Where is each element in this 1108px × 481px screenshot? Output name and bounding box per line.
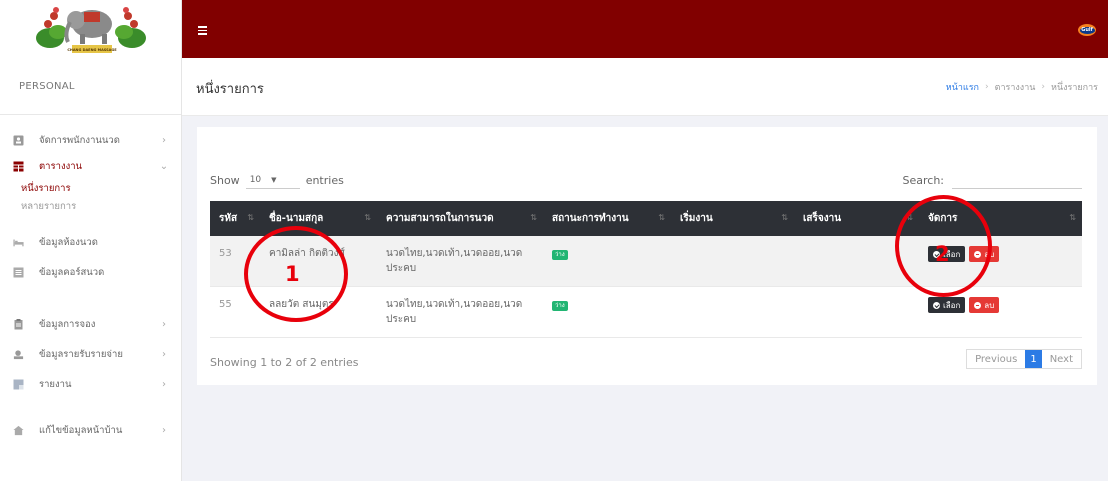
chevron-right-icon: ›: [162, 378, 166, 390]
breadcrumb-separator-icon: ›: [1041, 82, 1046, 92]
clipboard-icon: [13, 318, 24, 330]
cell-end: [794, 287, 919, 337]
home-icon: [13, 425, 24, 436]
sidebar-item-booking[interactable]: ข้อมูลการจอง ›: [0, 311, 181, 337]
sidebar-subitem-multiple[interactable]: หลายรายการ: [0, 197, 181, 215]
sidebar-item-rooms[interactable]: ข้อมูลห้องนวด: [0, 229, 181, 255]
sort-icon: ⇅: [364, 213, 371, 222]
cell-skills: นวดไทย,นวดเท้า,นวดออย,นวดประคบ: [386, 248, 523, 274]
elephant-logo-icon: CHANG DAENG MASSAGE: [35, 7, 146, 53]
sidebar-item-label: รายงาน: [39, 378, 72, 390]
hamburger-menu-icon[interactable]: [198, 26, 207, 35]
id-card-icon: [13, 135, 24, 146]
sidebar-item-label: ข้อมูลห้องนวด: [39, 236, 98, 248]
entries-label: entries: [305, 173, 344, 187]
sidebar-item-label: ตารางงาน: [39, 160, 83, 172]
breadcrumb-schedule[interactable]: ตารางงาน: [995, 80, 1036, 94]
table-icon: [13, 161, 24, 172]
page-header: หนึ่งรายการ หน้าแรก › ตารางงาน › หนึ่งรา…: [182, 58, 1108, 116]
col-header-status[interactable]: สถานะการทำงาน ⇅: [543, 201, 671, 236]
pagination: Previous 1 Next: [966, 349, 1082, 369]
entries-length-control: Show 10 ▼ entries: [210, 171, 344, 189]
select-button[interactable]: เลือก: [928, 297, 966, 313]
breadcrumb: หน้าแรก › ตารางงาน › หนึ่งรายการ: [946, 80, 1098, 94]
chevron-right-icon: ›: [162, 348, 166, 360]
topbar: Gulf: [182, 0, 1108, 58]
list-icon: [13, 267, 24, 278]
sidebar-section-title: PERSONAL: [0, 58, 181, 115]
sidebar-item-label: แก้ไขข้อมูลหน้าบ้าน: [39, 424, 123, 436]
cell-skills: นวดไทย,นวดเท้า,นวดออย,นวดประคบ: [386, 299, 523, 325]
annotation-number-1: 1: [285, 262, 300, 286]
table-info: Showing 1 to 2 of 2 entries: [210, 356, 359, 369]
sidebar-item-staff[interactable]: จัดการพนักงานนวด ›: [0, 127, 181, 153]
col-header-id[interactable]: รหัส ⇅: [210, 201, 260, 236]
delete-button[interactable]: ลบ: [969, 297, 1000, 313]
sidebar-item-label: ข้อมูลการจอง: [39, 318, 96, 330]
page-1-button[interactable]: 1: [1025, 350, 1042, 368]
entries-value: 10: [249, 174, 262, 185]
page-title: หนึ่งรายการ: [196, 82, 264, 97]
sort-icon: ⇅: [658, 213, 665, 222]
sidebar-item-label: ข้อมูลคอร์สนวด: [39, 266, 105, 278]
sort-icon: ⇅: [530, 213, 537, 222]
search-label: Search:: [902, 173, 945, 187]
sort-icon: ⇅: [1069, 213, 1076, 222]
sidebar-subitem-single[interactable]: หนึ่งรายการ: [0, 179, 181, 197]
show-label: Show: [210, 173, 240, 187]
sidebar-item-report[interactable]: รายงาน ›: [0, 371, 181, 397]
sidebar-item-courses[interactable]: ข้อมูลคอร์สนวด: [0, 259, 181, 285]
user-avatar[interactable]: Gulf: [1078, 24, 1096, 36]
cell-status: ว่าง: [543, 287, 671, 337]
logo[interactable]: CHANG DAENG MASSAGE: [0, 0, 181, 58]
sidebar-item-finance[interactable]: ข้อมูลรายรับรายจ่าย ›: [0, 341, 181, 367]
sidebar-item-schedule[interactable]: ตารางงาน ⌄: [0, 153, 181, 179]
search-control: Search:: [902, 171, 1082, 189]
status-badge: ว่าง: [552, 301, 568, 311]
previous-button[interactable]: Previous: [967, 350, 1025, 368]
annotation-number-2: 2: [935, 242, 950, 266]
report-icon: [13, 379, 24, 390]
col-header-start[interactable]: เริ่มงาน ⇅: [671, 201, 794, 236]
breadcrumb-home-link[interactable]: หน้าแรก: [946, 80, 979, 94]
sidebar-item-label: จัดการพนักงานนวด: [39, 134, 120, 146]
col-header-skills[interactable]: ความสามารถในการนวด ⇅: [377, 201, 543, 236]
next-button[interactable]: Next: [1042, 350, 1081, 368]
cell-start: [671, 287, 794, 337]
sidebar-item-frontend[interactable]: แก้ไขข้อมูลหน้าบ้าน ›: [0, 417, 181, 443]
sidebar-item-label: ข้อมูลรายรับรายจ่าย: [39, 348, 123, 360]
sidebar: CHANG DAENG MASSAGE PERSONAL จัดการพนักง…: [0, 0, 182, 481]
search-input[interactable]: [952, 171, 1082, 189]
minus-circle-icon: [974, 301, 982, 309]
gulf-badge-text: Gulf: [1079, 26, 1095, 34]
entries-select[interactable]: 10 ▼: [245, 171, 300, 189]
status-badge: ว่าง: [552, 250, 568, 260]
cell-start: [671, 236, 794, 286]
logo-text: CHANG DAENG MASSAGE: [67, 48, 117, 52]
chevron-right-icon: ›: [162, 424, 166, 436]
breadcrumb-current: หนึ่งรายการ: [1051, 83, 1098, 93]
cell-status: ว่าง: [543, 236, 671, 286]
chevron-right-icon: ›: [162, 134, 166, 146]
chevron-down-icon: ⌄: [159, 160, 169, 172]
bed-icon: [13, 237, 24, 248]
caret-down-icon: ▼: [271, 175, 277, 184]
sort-icon: ⇅: [781, 213, 788, 222]
sort-icon: ⇅: [247, 213, 254, 222]
check-circle-icon: [933, 301, 940, 309]
breadcrumb-separator-icon: ›: [985, 82, 989, 92]
user-money-icon: [13, 349, 24, 360]
chevron-right-icon: ›: [162, 318, 166, 330]
